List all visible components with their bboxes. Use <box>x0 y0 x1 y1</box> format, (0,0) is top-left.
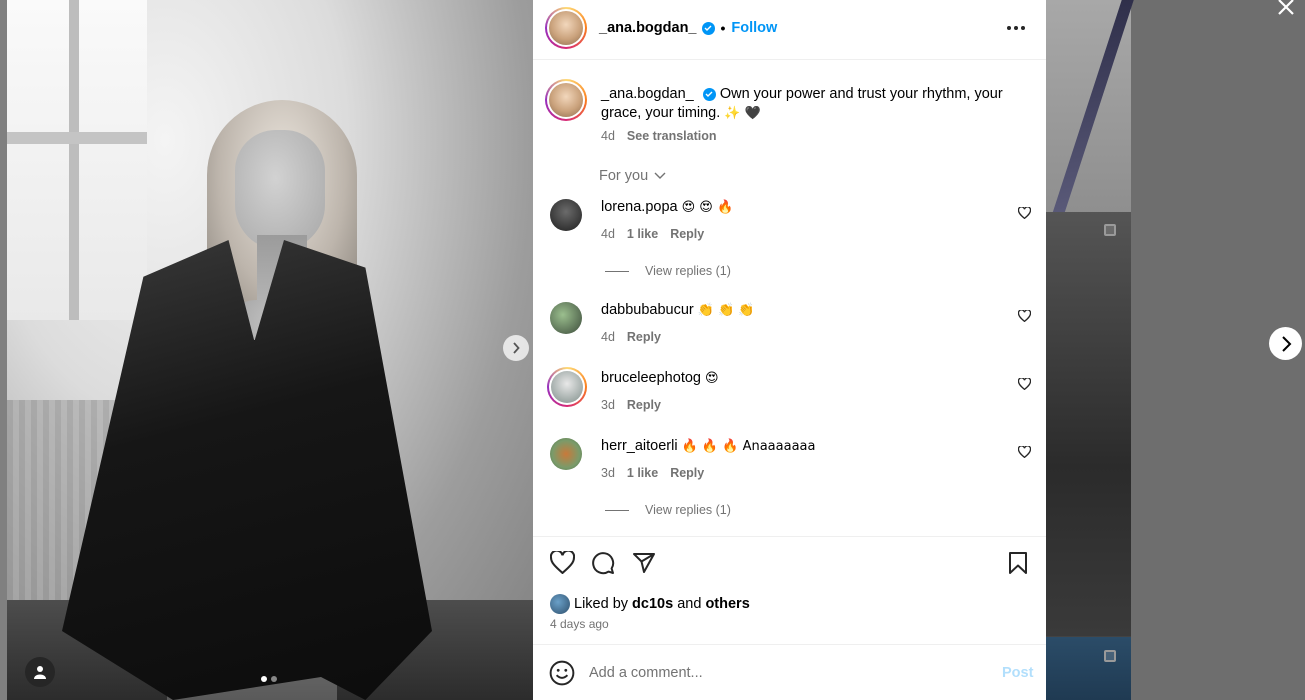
verified-icon <box>701 21 715 35</box>
view-replies-label: View replies (1) <box>645 264 731 278</box>
comment-time: 3d <box>601 466 615 480</box>
comment-body: herr_aitoerli 🔥 🔥 🔥 Anaaaaaaa <box>601 438 815 454</box>
user-tag-button[interactable] <box>25 657 55 687</box>
likes-prefix: Liked by <box>574 596 629 612</box>
view-replies-label: View replies (1) <box>645 503 731 517</box>
post-media <box>7 0 533 700</box>
comment-text: 😍 <box>705 371 719 386</box>
see-translation-link[interactable]: See translation <box>627 129 717 143</box>
more-icon[interactable] <box>1007 26 1025 30</box>
post-header: _ana.bogdan_ • Follow <box>533 0 1046 60</box>
background-post-preview <box>1046 0 1134 700</box>
likes-user[interactable]: dc10s <box>632 596 673 612</box>
comment-time: 4d <box>601 227 615 241</box>
comment-username[interactable]: bruceleephotog <box>601 370 701 386</box>
comment-meta: 4d 1 like Reply <box>601 227 704 241</box>
media-next-button[interactable] <box>503 335 529 361</box>
avatar[interactable] <box>550 438 582 470</box>
comment-username[interactable]: herr_aitoerli <box>601 438 678 454</box>
comment-meta: 3d 1 like Reply <box>601 466 704 480</box>
post-actions: Liked by dc10s and others 4 days ago <box>533 536 1046 644</box>
caption-emojis: ✨ 🖤 <box>724 106 761 121</box>
comment-time: 4d <box>601 330 615 344</box>
avatar[interactable] <box>550 302 582 334</box>
carousel-dots <box>261 676 277 682</box>
comment-meta: 4d Reply <box>601 330 661 344</box>
carousel-dot-active <box>261 676 267 682</box>
comment-body: bruceleephotog 😍 <box>601 370 719 386</box>
comment-text: 😍 😍 🔥 <box>681 200 734 215</box>
reply-button[interactable]: Reply <box>627 398 661 412</box>
author-avatar[interactable] <box>545 7 587 49</box>
background-lower <box>1046 212 1131 636</box>
caption-time: 4d <box>601 129 615 143</box>
carousel-dot <box>271 676 277 682</box>
bookmark-icon[interactable] <box>1007 551 1029 575</box>
chevron-down-icon <box>654 172 666 179</box>
avatar[interactable] <box>547 367 587 407</box>
user-tag-icon <box>34 666 46 679</box>
heart-icon[interactable] <box>550 551 575 574</box>
avatar[interactable] <box>550 199 582 231</box>
reply-button[interactable]: Reply <box>627 330 661 344</box>
chevron-right-icon <box>513 342 520 354</box>
comment-text: 🔥 🔥 🔥 Anaaaaaaa <box>681 439 816 454</box>
next-post-button[interactable] <box>1269 327 1302 360</box>
view-replies-button[interactable]: View replies (1) <box>605 264 731 278</box>
author-line: _ana.bogdan_ • Follow <box>599 20 777 36</box>
post-button[interactable]: Post <box>1002 665 1033 681</box>
verified-icon <box>702 87 716 101</box>
carousel-icon <box>1104 224 1116 236</box>
heart-icon[interactable] <box>1018 207 1031 219</box>
comment-body: dabbubabucur 👏 👏 👏 <box>601 302 755 318</box>
comment-time: 3d <box>601 398 615 412</box>
comments-section: _ana.bogdan_ Own your power and trust yo… <box>533 60 1046 536</box>
view-replies-button[interactable]: View replies (1) <box>605 503 731 517</box>
heart-icon[interactable] <box>1018 310 1031 322</box>
backdrop-left <box>0 0 7 700</box>
comment-likes[interactable]: 1 like <box>627 227 658 241</box>
post-timestamp: 4 days ago <box>550 617 609 631</box>
avatar[interactable] <box>550 594 570 614</box>
comment-sort-label: For you <box>599 168 649 184</box>
heart-icon[interactable] <box>1018 446 1031 458</box>
comment-item: bruceleephotog 😍 3d Reply <box>533 367 1046 430</box>
figure-face <box>235 130 325 250</box>
comment-item: herr_aitoerli 🔥 🔥 🔥 Anaaaaaaa 3d 1 like … <box>533 438 1046 498</box>
post-panel: _ana.bogdan_ • Follow _ana.bogdan_ Own y… <box>533 0 1046 700</box>
comment-icon[interactable] <box>591 551 615 575</box>
follow-button[interactable]: Follow <box>731 20 777 36</box>
likes-summary: Liked by dc10s and others <box>550 594 750 614</box>
caption-avatar[interactable] <box>545 79 587 121</box>
caption: _ana.bogdan_ Own your power and trust yo… <box>601 85 1021 123</box>
separator-dot: • <box>720 20 726 36</box>
comment-item: dabbubabucur 👏 👏 👏 4d Reply <box>533 302 1046 362</box>
emoji-icon[interactable] <box>549 660 575 686</box>
comment-text: 👏 👏 👏 <box>697 303 755 318</box>
reply-button[interactable]: Reply <box>670 227 704 241</box>
caption-username[interactable]: _ana.bogdan_ <box>601 86 694 102</box>
share-icon[interactable] <box>632 551 656 575</box>
chevron-right-icon <box>1281 335 1291 352</box>
comment-input[interactable] <box>589 659 989 687</box>
carousel-icon <box>1104 650 1116 662</box>
comment-item: lorena.popa 😍 😍 🔥 4d 1 like Reply <box>533 199 1046 259</box>
comment-body: lorena.popa 😍 😍 🔥 <box>601 199 733 215</box>
comment-meta: 3d Reply <box>601 398 661 412</box>
likes-connector: and <box>677 596 702 612</box>
reply-button[interactable]: Reply <box>670 466 704 480</box>
comment-composer: Post <box>533 644 1046 700</box>
background-bottom <box>1046 637 1131 700</box>
close-icon[interactable] <box>1274 0 1298 15</box>
heart-icon[interactable] <box>1018 378 1031 390</box>
comment-sort-dropdown[interactable]: For you <box>599 168 666 184</box>
window <box>7 0 147 320</box>
comment-likes[interactable]: 1 like <box>627 466 658 480</box>
caption-meta: 4d See translation <box>601 129 717 143</box>
likes-others-link[interactable]: others <box>705 596 749 612</box>
comment-username[interactable]: lorena.popa <box>601 199 678 215</box>
comment-username[interactable]: dabbubabucur <box>601 302 694 318</box>
author-username[interactable]: _ana.bogdan_ <box>599 20 697 36</box>
background-pole <box>1050 0 1134 220</box>
